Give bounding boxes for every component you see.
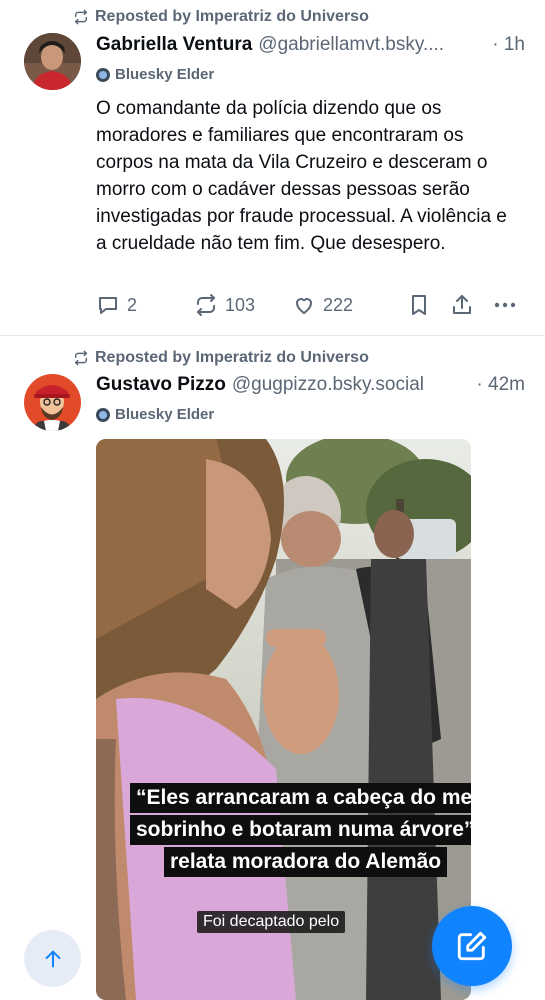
avatar-image [24,374,81,431]
handle[interactable]: @gabriellamvt.bsky.... [258,34,444,56]
handle[interactable]: @gugpizzo.bsky.social [232,374,424,396]
arrow-up-icon [45,950,60,967]
bookmark-icon [412,295,426,315]
more-icon [494,302,516,308]
compose-icon [457,931,487,961]
video-subtitle: Foi decaptado pelo [197,911,346,933]
caption-line: relata moradora do Alemão [164,847,448,877]
repost-icon [197,294,215,316]
reply-button[interactable]: 2 [96,293,194,317]
scroll-to-top-button[interactable] [24,930,81,987]
like-count: 222 [323,294,354,315]
avatar-image [24,33,81,90]
repost-icon [74,9,88,25]
caption-line: “Eles arrancaram a cabeça do meu [130,783,471,813]
repost-label: Reposted by Imperatriz do Universo [95,8,369,25]
bluesky-elder-icon [96,67,110,82]
more-options-button[interactable] [493,293,517,317]
repost-count: 103 [225,294,256,315]
timestamp[interactable]: · 1h [484,34,525,56]
avatar[interactable] [24,374,81,431]
repost-icon [74,350,88,366]
video-thumbnail[interactable]: “Eles arrancaram a cabeça do meu sobrinh… [96,439,471,1000]
reply-count: 2 [127,294,138,315]
badge-label: Bluesky Elder [115,406,215,423]
repost-indicator[interactable]: Reposted by Imperatriz do Universo [73,8,369,26]
compose-button[interactable] [432,906,512,986]
post-header: Gabriella Ventura @gabriellamvt.bsky....… [96,34,525,56]
avatar[interactable] [24,33,81,90]
repost-label: Reposted by Imperatriz do Universo [95,349,369,366]
verification-badge: Bluesky Elder [96,406,214,423]
post-actions: 2 103 222 [96,293,521,317]
share-icon [453,295,471,314]
verification-badge: Bluesky Elder [96,66,214,83]
repost-button[interactable]: 103 [194,293,292,317]
post-text: O comandante da polícia dizendo que os m… [96,98,507,254]
badge-label: Bluesky Elder [115,66,215,83]
share-button[interactable] [450,293,493,317]
bookmark-button[interactable] [407,293,450,317]
like-button[interactable]: 222 [292,293,407,317]
feed-post[interactable]: Reposted by Imperatriz do Universo Gusta… [0,336,545,1000]
heart-icon [296,298,312,314]
display-name[interactable]: Gustavo Pizzo [96,374,226,396]
post-header: Gustavo Pizzo @gugpizzo.bsky.social · 42… [96,374,525,396]
bluesky-elder-icon [96,407,110,422]
timestamp[interactable]: · 42m [468,374,525,396]
repost-indicator[interactable]: Reposted by Imperatriz do Universo [73,349,369,367]
reply-icon [99,297,117,314]
feed-post[interactable]: Reposted by Imperatriz do Universo Gabri… [0,0,545,336]
caption-line: sobrinho e botaram numa árvore”, [130,815,471,845]
video-caption: “Eles arrancaram a cabeça do meu sobrinh… [130,783,471,879]
display-name[interactable]: Gabriella Ventura [96,34,252,56]
